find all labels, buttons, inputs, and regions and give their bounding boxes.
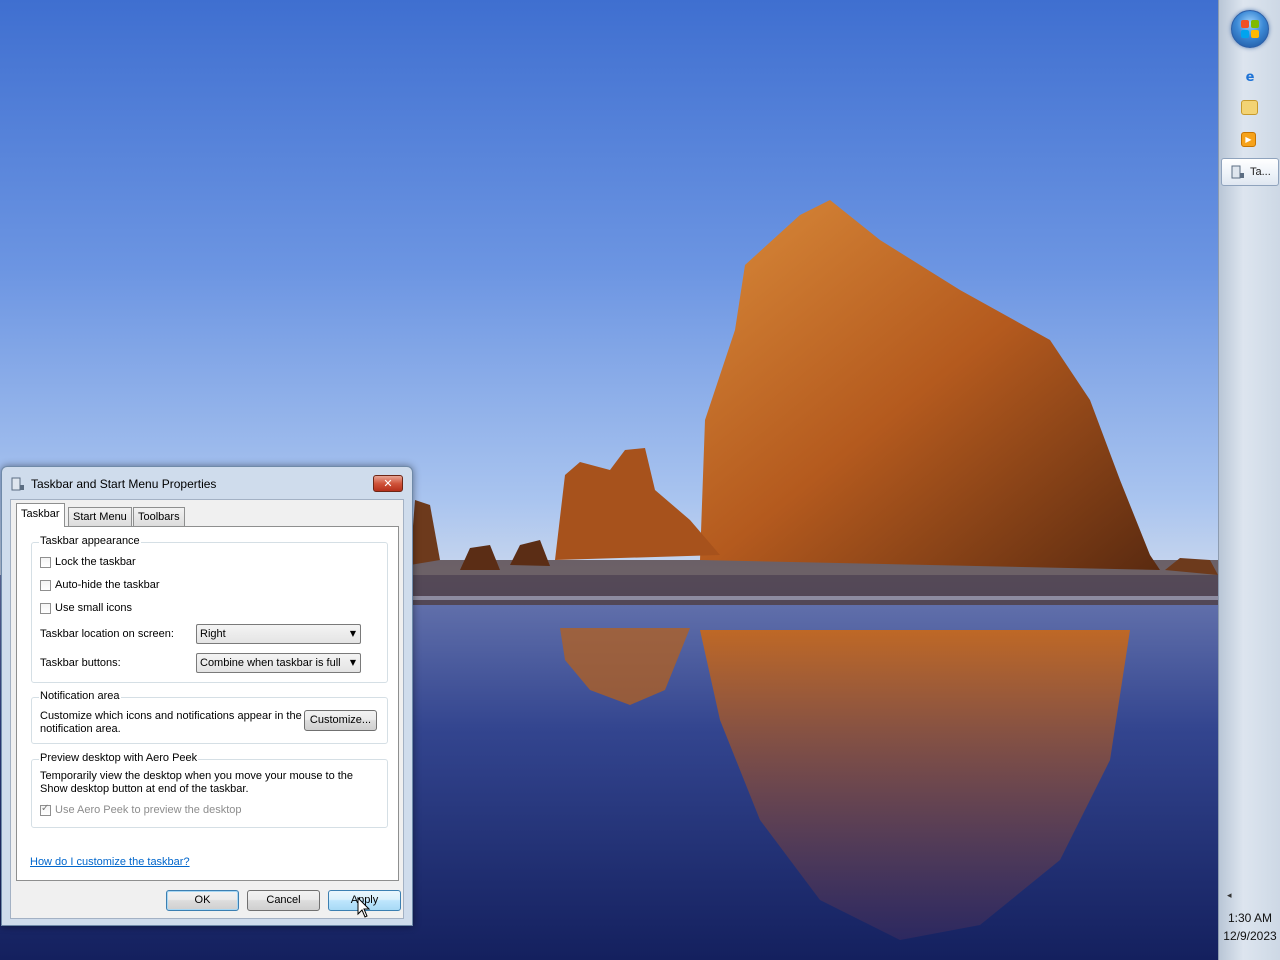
notification-text: Customize which icons and notifications … bbox=[40, 710, 302, 735]
select-value: Right bbox=[200, 628, 226, 640]
notification-area-group: Notification area Customize which icons … bbox=[31, 690, 388, 744]
checkbox-box[interactable] bbox=[40, 579, 51, 591]
taskbar-item-taskbar-properties[interactable]: Ta... bbox=[1221, 158, 1279, 186]
group-title: Taskbar appearance bbox=[39, 535, 141, 547]
tab-panel-taskbar: Taskbar appearance Lock the taskbar Auto… bbox=[16, 526, 399, 881]
windows-explorer-icon[interactable] bbox=[1241, 100, 1258, 115]
checkbox-box[interactable] bbox=[40, 803, 51, 816]
dialog-titlebar[interactable]: Taskbar and Start Menu Properties ✕ bbox=[2, 467, 412, 499]
cancel-button[interactable]: Cancel bbox=[247, 890, 320, 911]
buttons-label: Taskbar buttons: bbox=[40, 657, 121, 669]
aero-peek-checkbox[interactable]: Use Aero Peek to preview the desktop bbox=[40, 803, 242, 816]
checkbox-box[interactable] bbox=[40, 556, 51, 568]
help-link[interactable]: How do I customize the taskbar? bbox=[30, 856, 190, 868]
show-hidden-icons-icon[interactable]: ◂ bbox=[1227, 890, 1232, 901]
clock-date[interactable]: 12/9/2023 bbox=[1219, 929, 1280, 943]
tab-start-menu[interactable]: Start Menu bbox=[68, 507, 132, 526]
aero-peek-group: Preview desktop with Aero Peek Temporari… bbox=[31, 752, 388, 828]
checkbox-label: Lock the taskbar bbox=[55, 556, 136, 568]
media-player-icon[interactable]: ▶ bbox=[1241, 132, 1256, 147]
taskbar-buttons-select[interactable]: Combine when taskbar is full ▼ bbox=[196, 653, 361, 673]
chevron-down-icon: ▼ bbox=[349, 658, 356, 667]
checkbox-label: Auto-hide the taskbar bbox=[55, 579, 160, 591]
location-select[interactable]: Right ▼ bbox=[196, 624, 361, 644]
auto-hide-checkbox[interactable]: Auto-hide the taskbar bbox=[40, 579, 160, 591]
start-button[interactable] bbox=[1231, 10, 1269, 48]
taskbar: e ▶ Ta... ◂ 1:30 AM 12/9/2023 bbox=[1218, 0, 1280, 960]
aero-peek-text: Temporarily view the desktop when you mo… bbox=[40, 770, 354, 795]
location-label: Taskbar location on screen: bbox=[40, 628, 174, 640]
checkbox-label: Use Aero Peek to preview the desktop bbox=[55, 804, 242, 816]
taskbar-item-label: Ta... bbox=[1250, 166, 1271, 178]
taskbar-properties-icon bbox=[11, 477, 24, 491]
taskbar-properties-icon bbox=[1231, 165, 1244, 179]
customize-button[interactable]: Customize... bbox=[304, 710, 377, 731]
group-title: Preview desktop with Aero Peek bbox=[39, 752, 199, 764]
checkbox-label: Use small icons bbox=[55, 602, 133, 614]
taskbar-properties-dialog: Taskbar and Start Menu Properties ✕ Task… bbox=[1, 466, 413, 926]
group-title: Notification area bbox=[39, 690, 121, 702]
close-icon: ✕ bbox=[383, 477, 393, 490]
windows-logo-icon bbox=[1241, 20, 1259, 38]
dialog-title: Taskbar and Start Menu Properties bbox=[31, 477, 217, 491]
select-value: Combine when taskbar is full bbox=[200, 657, 341, 669]
dialog-client-area: Taskbar Start Menu Toolbars Taskbar appe… bbox=[10, 499, 404, 919]
checkbox-box[interactable] bbox=[40, 602, 51, 614]
lock-taskbar-checkbox[interactable]: Lock the taskbar bbox=[40, 556, 136, 568]
ok-button[interactable]: OK bbox=[166, 890, 239, 911]
internet-explorer-icon[interactable]: e bbox=[1241, 68, 1259, 86]
tab-toolbars[interactable]: Toolbars bbox=[133, 507, 185, 526]
tab-taskbar[interactable]: Taskbar bbox=[16, 503, 65, 527]
taskbar-appearance-group: Taskbar appearance Lock the taskbar Auto… bbox=[31, 535, 388, 683]
close-button[interactable]: ✕ bbox=[373, 475, 403, 492]
chevron-down-icon: ▼ bbox=[349, 629, 356, 638]
clock-time[interactable]: 1:30 AM bbox=[1219, 911, 1280, 925]
mouse-cursor-icon bbox=[357, 897, 371, 918]
small-icons-checkbox[interactable]: Use small icons bbox=[40, 602, 132, 614]
